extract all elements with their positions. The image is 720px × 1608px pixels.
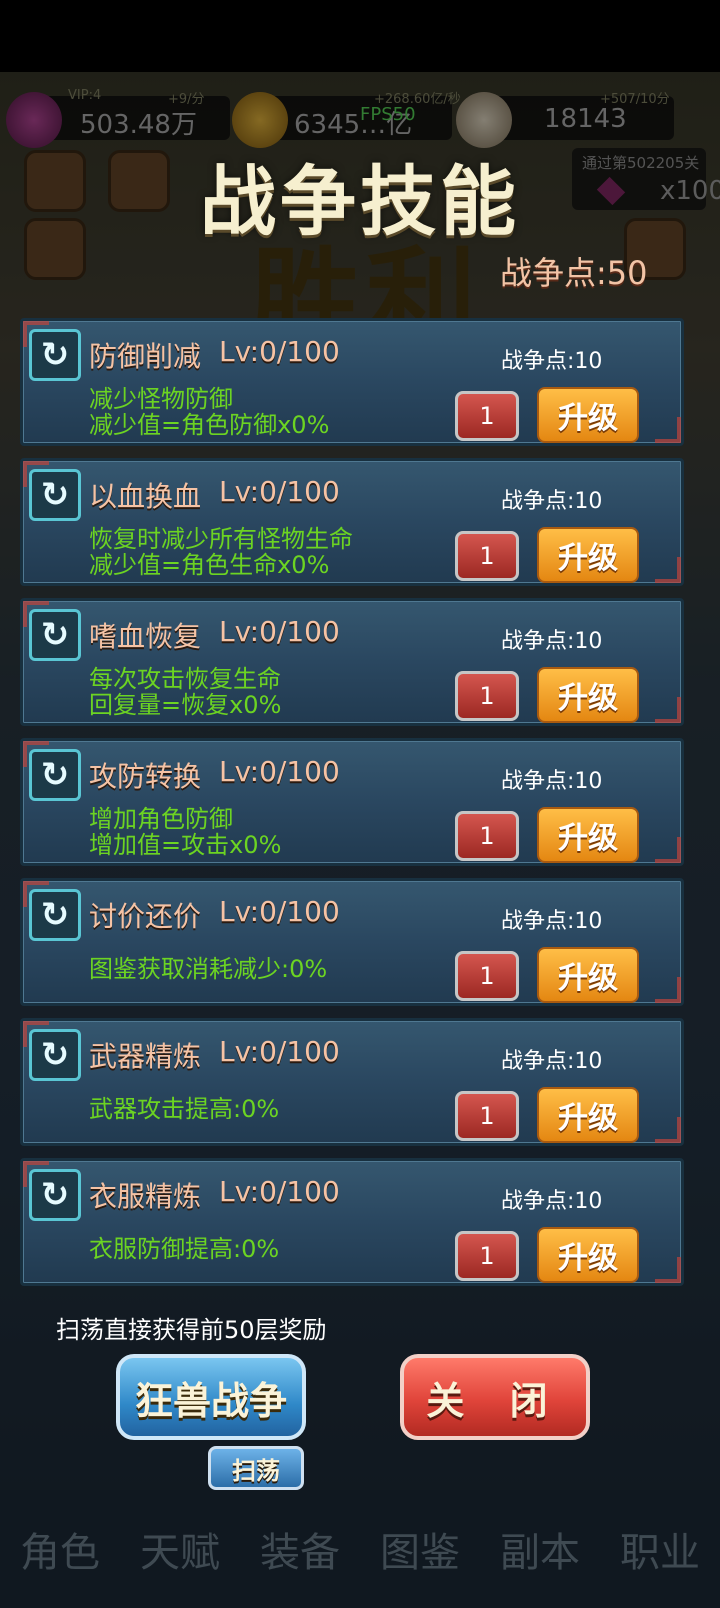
refresh-glyph: ↻: [40, 1035, 70, 1075]
status-bar: [0, 0, 720, 72]
skill-name: 以血换血: [89, 480, 202, 513]
skill-card: ↻ 讨价还价 Lv:0/100 战争点:10 图鉴获取消耗减少:0% 1 升级: [20, 878, 684, 1006]
refresh-icon[interactable]: ↻: [29, 609, 81, 661]
skill-name: 武器精炼: [89, 1040, 202, 1073]
skill-cost: 战争点:10: [501, 629, 603, 654]
skill-card: ↻ 攻防转换 Lv:0/100 战争点:10 增加角色防御 增加值=攻击x0% 1 升级: [20, 738, 684, 866]
refresh-icon[interactable]: ↻: [29, 889, 81, 941]
skill-card: ↻ 以血换血 Lv:0/100 战争点:10 恢复时减少所有怪物生命 减少值=角色生命x0…: [20, 458, 684, 586]
panel-title: 战争技能: [200, 157, 520, 246]
skill-level: Lv:0/100: [219, 755, 340, 788]
skill-description: 衣服防御提高:0%: [89, 1235, 280, 1263]
skill-card: ↻ 武器精炼 Lv:0/100 战争点:10 武器攻击提高:0% 1 升级: [20, 1018, 684, 1146]
upgrade-button[interactable]: 升级: [537, 1227, 639, 1283]
refresh-glyph: ↻: [40, 475, 70, 515]
nav-item[interactable]: 图鉴: [380, 1520, 460, 1578]
game-screen: VIP:4 +9/分 503.48万 +268.60亿/秒 6345…亿 FPS…: [0, 0, 720, 1608]
skill-cost: 战争点:10: [501, 1049, 603, 1074]
quantity-selector[interactable]: 1: [455, 1091, 519, 1141]
refresh-glyph: ↻: [40, 335, 70, 375]
upgrade-button[interactable]: 升级: [537, 387, 639, 443]
skill-cost: 战争点:10: [501, 909, 603, 934]
refresh-icon[interactable]: ↻: [29, 469, 81, 521]
skill-card: ↻ 防御削减 Lv:0/100 战争点:10 减少怪物防御 减少值=角色防御x0% 1 升级: [20, 318, 684, 446]
refresh-glyph: ↻: [40, 895, 70, 935]
skill-name: 嗜血恢复: [89, 620, 202, 653]
skill-description: 回复量=恢复x0%: [89, 691, 282, 719]
quantity-selector[interactable]: 1: [455, 951, 519, 1001]
nav-item[interactable]: 天赋: [140, 1520, 220, 1578]
quantity-selector[interactable]: 1: [455, 1231, 519, 1281]
skill-description: 减少值=角色生命x0%: [89, 551, 330, 579]
skill-card: ↻ 衣服精炼 Lv:0/100 战争点:10 衣服防御提高:0% 1 升级: [20, 1158, 684, 1286]
quantity-selector[interactable]: 1: [455, 671, 519, 721]
skill-level: Lv:0/100: [219, 335, 340, 368]
skill-description: 武器攻击提高:0%: [89, 1095, 280, 1123]
refresh-icon[interactable]: ↻: [29, 1169, 81, 1221]
refresh-icon[interactable]: ↻: [29, 1029, 81, 1081]
refresh-icon[interactable]: ↻: [29, 749, 81, 801]
skill-description: 增加值=攻击x0%: [89, 831, 282, 859]
upgrade-button[interactable]: 升级: [537, 527, 639, 583]
refresh-glyph: ↻: [40, 755, 70, 795]
quantity-selector[interactable]: 1: [455, 531, 519, 581]
upgrade-button[interactable]: 升级: [537, 1087, 639, 1143]
skill-name: 讨价还价: [89, 900, 202, 933]
skill-cost: 战争点:10: [501, 1189, 603, 1214]
refresh-glyph: ↻: [40, 615, 70, 655]
bottom-nav: 角色 天赋 装备 图鉴 副本 职业: [0, 1490, 720, 1608]
quantity-selector[interactable]: 1: [455, 391, 519, 441]
skill-cost: 战争点:10: [501, 349, 603, 374]
upgrade-button[interactable]: 升级: [537, 807, 639, 863]
refresh-icon[interactable]: ↻: [29, 329, 81, 381]
skill-card: ↻ 嗜血恢复 Lv:0/100 战争点:10 每次攻击恢复生命 回复量=恢复x0% 1 升级: [20, 598, 684, 726]
sweep-button[interactable]: 扫荡: [208, 1446, 304, 1490]
beast-war-button[interactable]: 狂兽战争: [116, 1354, 306, 1440]
skill-description: 图鉴获取消耗减少:0%: [89, 955, 328, 983]
nav-item[interactable]: 角色: [20, 1520, 100, 1578]
nav-item[interactable]: 职业: [620, 1520, 700, 1578]
skill-list[interactable]: ↻ 防御削减 Lv:0/100 战争点:10 减少怪物防御 减少值=角色防御x0% 1 升级 ↻…: [20, 318, 684, 1286]
sweep-note: 扫荡直接获得前50层奖励: [56, 1316, 327, 1344]
upgrade-button[interactable]: 升级: [537, 947, 639, 1003]
skill-level: Lv:0/100: [219, 475, 340, 508]
war-points: 战争点:50: [500, 254, 648, 292]
skill-name: 衣服精炼: [89, 1180, 202, 1213]
skill-level: Lv:0/100: [219, 895, 340, 928]
skill-level: Lv:0/100: [219, 615, 340, 648]
close-button[interactable]: 关 闭: [400, 1354, 590, 1440]
quantity-selector[interactable]: 1: [455, 811, 519, 861]
upgrade-button[interactable]: 升级: [537, 667, 639, 723]
skill-cost: 战争点:10: [501, 489, 603, 514]
skill-name: 攻防转换: [89, 760, 202, 793]
skill-level: Lv:0/100: [219, 1175, 340, 1208]
skill-description: 减少值=角色防御x0%: [89, 411, 330, 439]
skill-level: Lv:0/100: [219, 1035, 340, 1068]
nav-item[interactable]: 副本: [500, 1520, 580, 1578]
refresh-glyph: ↻: [40, 1175, 70, 1215]
skill-name: 防御削减: [89, 340, 202, 373]
nav-item[interactable]: 装备: [260, 1520, 340, 1578]
skill-cost: 战争点:10: [501, 769, 603, 794]
